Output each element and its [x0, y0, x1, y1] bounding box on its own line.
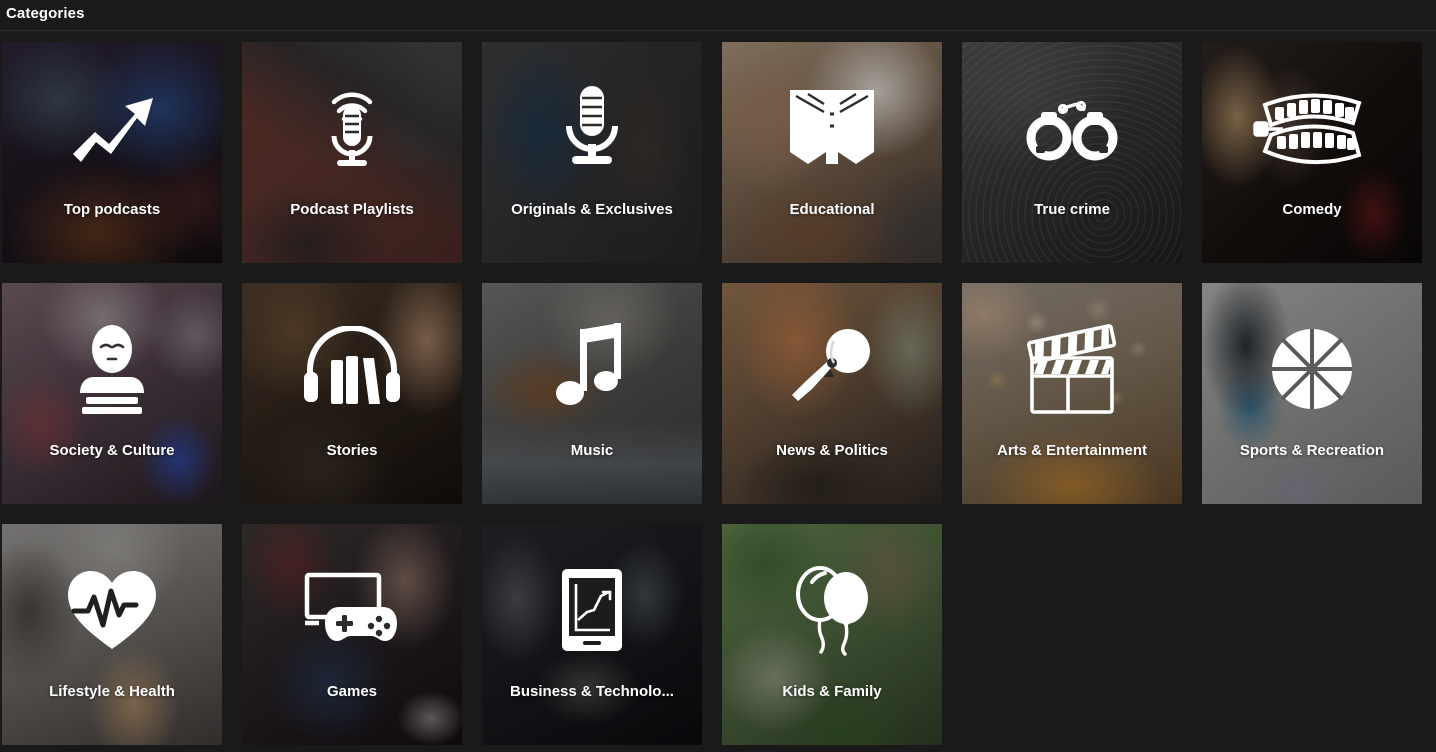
tablet-chart-icon — [482, 556, 702, 664]
tile-label: Arts & Entertainment — [996, 442, 1148, 459]
studio-mic-icon — [482, 74, 702, 182]
category-tile[interactable]: Society & Culture — [2, 283, 222, 504]
tile-label: Podcast Playlists — [290, 201, 414, 218]
category-tile[interactable]: Games — [242, 524, 462, 745]
category-tile[interactable]: True crime — [962, 42, 1182, 263]
categories-grid: Top podcasts Podcast Playlists Originals &… — [0, 31, 1436, 745]
tile-label: Business & Technolo... — [510, 683, 674, 700]
chattering-teeth-icon — [1202, 74, 1422, 182]
category-tile[interactable]: Originals & Exclusives — [482, 42, 702, 263]
tile-label: True crime — [1034, 201, 1110, 218]
category-tile[interactable]: Lifestyle & Health — [2, 524, 222, 745]
page-title: Categories — [6, 5, 85, 22]
category-tile[interactable]: Podcast Playlists — [242, 42, 462, 263]
tile-label: News & Politics — [776, 442, 888, 459]
category-tile[interactable]: Business & Technolo... — [482, 524, 702, 745]
tile-label: Originals & Exclusives — [511, 201, 673, 218]
tile-label: Lifestyle & Health — [49, 683, 175, 700]
page-header: Categories — [0, 0, 1436, 31]
handheld-mic-icon — [722, 315, 942, 423]
category-tile[interactable]: Kids & Family — [722, 524, 942, 745]
tile-label: Sports & Recreation — [1239, 442, 1385, 459]
category-tile[interactable]: Top podcasts — [2, 42, 222, 263]
gamepad-monitor-icon — [242, 556, 462, 664]
balloons-icon — [722, 556, 942, 664]
category-tile[interactable]: Educational — [722, 42, 942, 263]
music-note-icon — [482, 315, 702, 423]
tile-label: Comedy — [1282, 201, 1342, 218]
bust-statue-icon — [2, 315, 222, 423]
open-book-icon — [722, 74, 942, 182]
category-tile[interactable]: Stories — [242, 283, 462, 504]
headphones-books-icon — [242, 315, 462, 423]
broadcast-mic-icon — [242, 74, 462, 182]
category-tile[interactable]: Music — [482, 283, 702, 504]
handcuffs-icon — [962, 74, 1182, 182]
category-tile[interactable]: Comedy — [1202, 42, 1422, 263]
tile-label: Educational — [789, 201, 875, 218]
basketball-icon — [1202, 315, 1422, 423]
tile-label: Top podcasts — [63, 201, 161, 218]
category-tile[interactable]: News & Politics — [722, 283, 942, 504]
clapperboard-icon — [962, 315, 1182, 423]
heart-pulse-icon — [2, 556, 222, 664]
tile-label: Music — [570, 442, 614, 459]
trending-arrow-icon — [2, 74, 222, 182]
tile-label: Society & Culture — [49, 442, 175, 459]
category-tile[interactable]: Sports & Recreation — [1202, 283, 1422, 504]
tile-label: Kids & Family — [782, 683, 882, 700]
tile-label: Games — [326, 683, 378, 700]
category-tile[interactable]: Arts & Entertainment — [962, 283, 1182, 504]
tile-label: Stories — [326, 442, 378, 459]
